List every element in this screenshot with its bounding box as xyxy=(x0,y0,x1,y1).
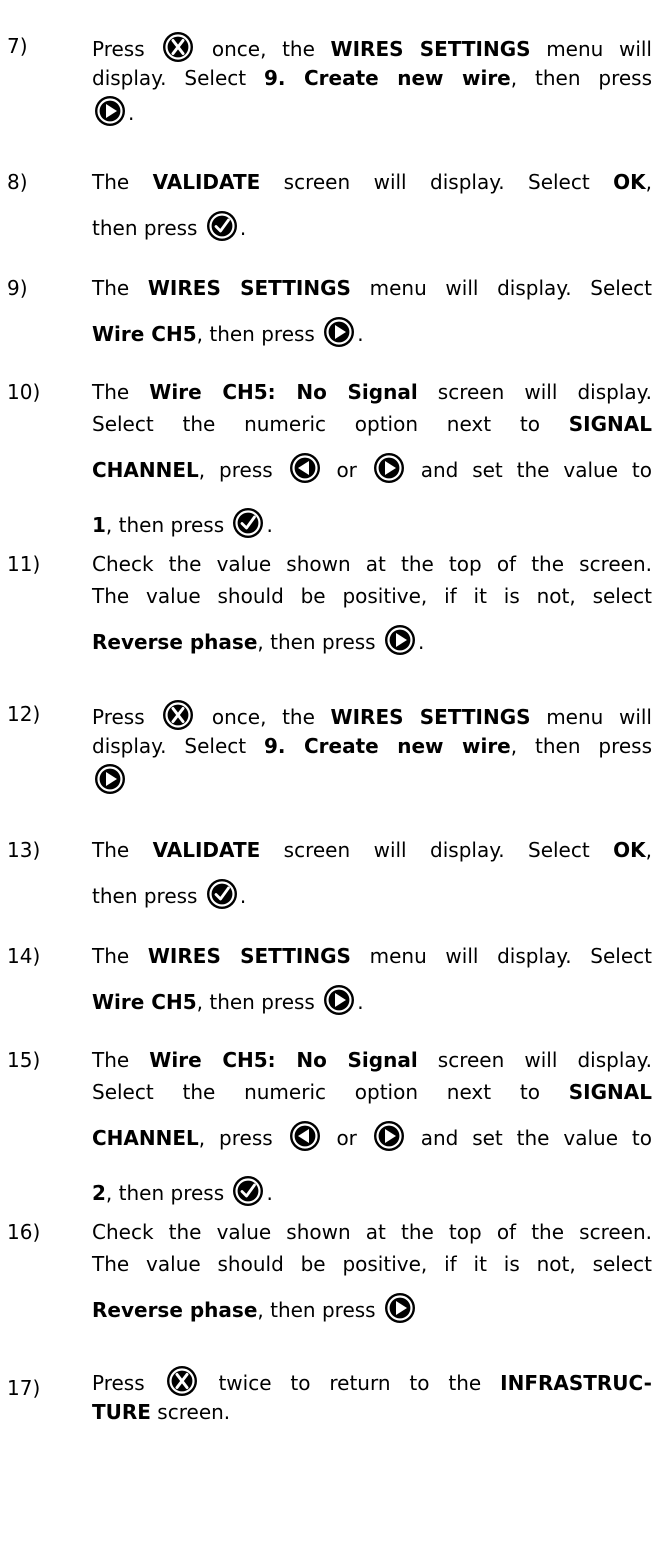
step-line: display. Select 9. Create new wire, then… xyxy=(92,66,652,90)
step-line: Select the numeric option next to SIGNAL xyxy=(92,1080,652,1104)
right-arrow-button-icon xyxy=(93,94,127,128)
step-line: Press once, the WIRES SETTINGS menu will xyxy=(92,30,652,62)
step-line: The Wire CH5: No Signal screen will disp… xyxy=(92,1048,652,1072)
step-number: 14) xyxy=(7,944,41,968)
step-line: The WIRES SETTINGS menu will display. Se… xyxy=(92,944,652,968)
step-line: Select the numeric option next to SIGNAL xyxy=(92,412,652,436)
step-line: 1, then press . xyxy=(92,495,652,550)
step-line: Check the value shown at the top of the … xyxy=(92,1220,652,1244)
step-line: Wire CH5, then press . xyxy=(92,304,652,359)
right-arrow-button-icon xyxy=(93,762,127,796)
right-arrow-button-icon xyxy=(383,623,417,657)
check-button-icon xyxy=(205,209,239,243)
step-line: 2, then press . xyxy=(92,1163,652,1218)
right-arrow-button-icon xyxy=(383,1291,417,1325)
step-number: 11) xyxy=(7,552,41,576)
step-line: Wire CH5, then press . xyxy=(92,972,652,1027)
step-line: Reverse phase, then press . xyxy=(92,612,652,667)
step-line: The WIRES SETTINGS menu will display. Se… xyxy=(92,276,652,300)
right-arrow-button-icon xyxy=(372,451,406,485)
x-button-icon xyxy=(161,698,195,732)
step-line: Check the value shown at the top of the … xyxy=(92,552,652,576)
x-button-icon xyxy=(165,1364,199,1398)
step-line xyxy=(92,762,652,806)
right-arrow-button-icon xyxy=(372,1119,406,1153)
step-line: The value should be positive, if it is n… xyxy=(92,1252,652,1276)
step-line: Reverse phase, then press xyxy=(92,1280,652,1335)
step-line: CHANNEL, press or and set the value to xyxy=(92,440,652,495)
step-line: display. Select 9. Create new wire, then… xyxy=(92,734,652,758)
x-button-icon xyxy=(161,30,195,64)
step-number: 15) xyxy=(7,1048,41,1072)
step-line: . xyxy=(92,94,652,138)
step-number: 16) xyxy=(7,1220,41,1244)
step-line: TURE screen. xyxy=(92,1400,231,1424)
step-line: CHANNEL, press or and set the value to xyxy=(92,1108,652,1163)
step-number: 8) xyxy=(7,170,28,194)
check-button-icon xyxy=(231,1174,265,1208)
right-arrow-button-icon xyxy=(322,983,356,1017)
step-line: The VALIDATE screen will display. Select… xyxy=(92,170,652,194)
right-arrow-button-icon xyxy=(322,315,356,349)
step-number: 10) xyxy=(7,380,41,404)
step-line: The value should be positive, if it is n… xyxy=(92,584,652,608)
step-number: 13) xyxy=(7,838,41,862)
step-line: then press . xyxy=(92,866,652,921)
check-button-icon xyxy=(205,877,239,911)
step-number: 9) xyxy=(7,276,28,300)
left-arrow-button-icon xyxy=(288,1119,322,1153)
check-button-icon xyxy=(231,506,265,540)
step-number: 12) xyxy=(7,702,41,726)
step-line: The VALIDATE screen will display. Select… xyxy=(92,838,652,862)
step-number: 7) xyxy=(7,34,28,58)
step-line: Press once, the WIRES SETTINGS menu will xyxy=(92,698,652,730)
step-line: then press . xyxy=(92,198,652,253)
left-arrow-button-icon xyxy=(288,451,322,485)
step-line: The Wire CH5: No Signal screen will disp… xyxy=(92,380,652,404)
step-line: Press twice to return to the INFRASTRUC- xyxy=(92,1364,652,1396)
step-number: 17) xyxy=(7,1376,41,1400)
